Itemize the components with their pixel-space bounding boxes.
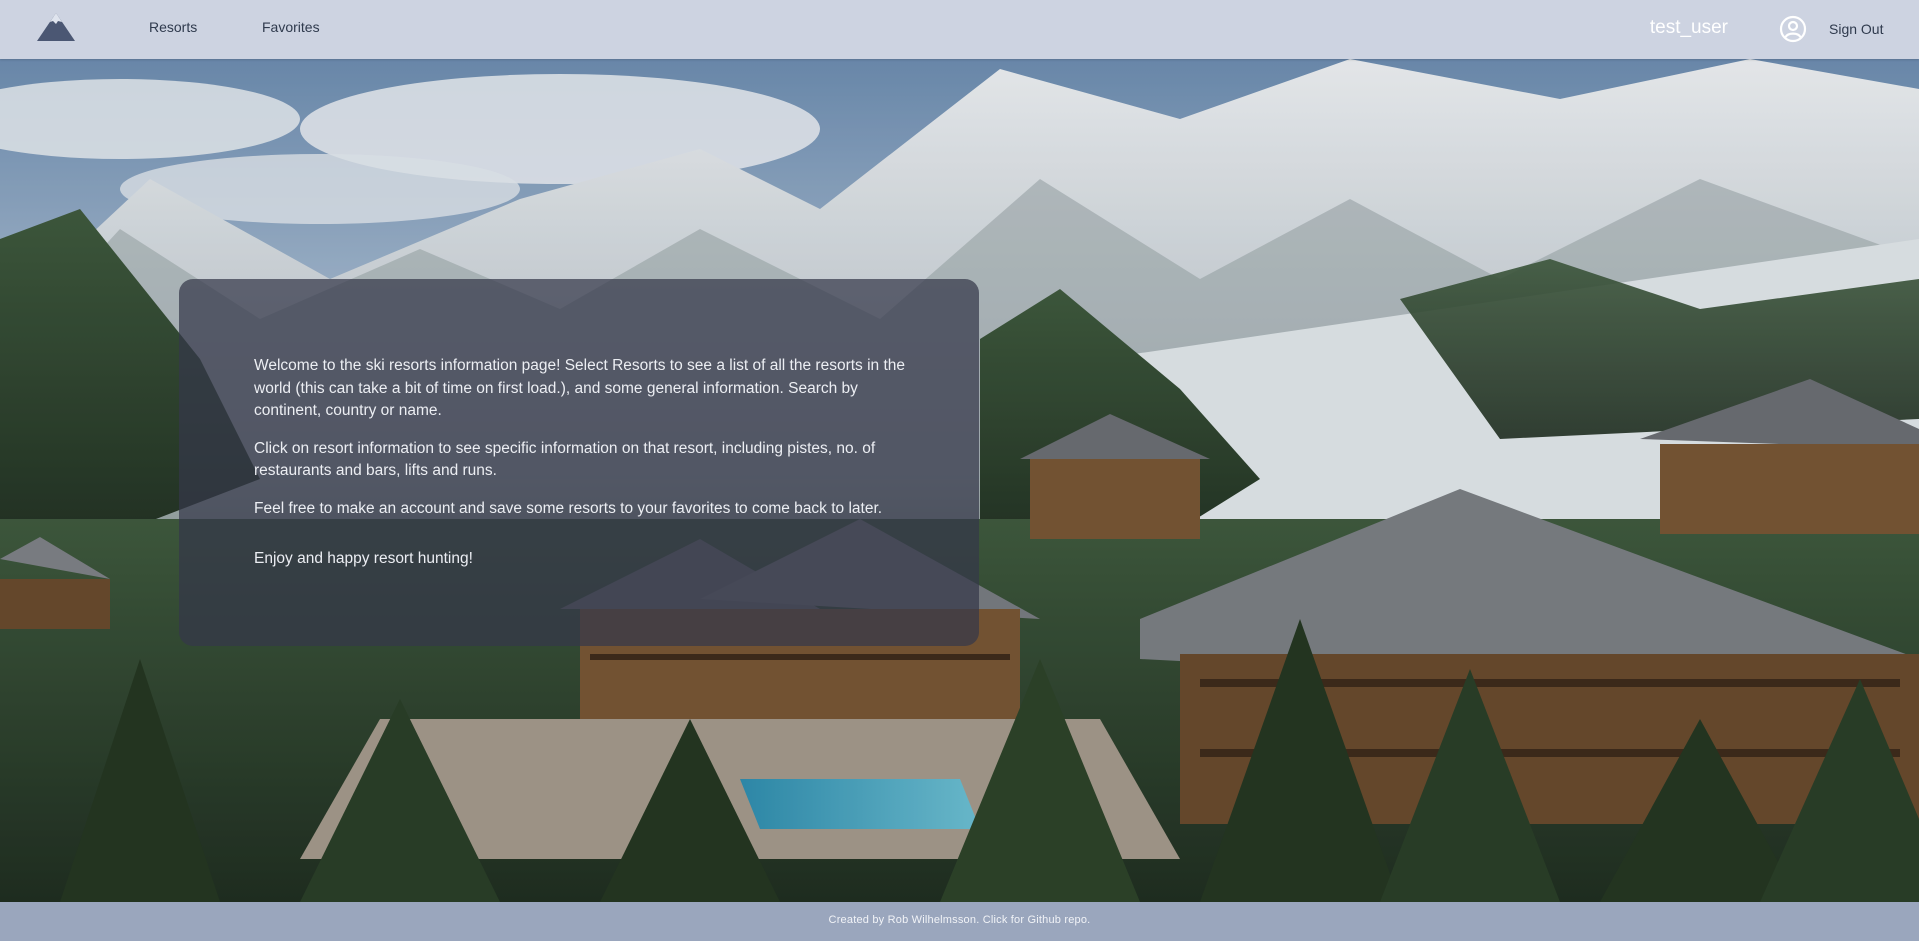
resort-info-paragraph: Click on resort information to see speci… [254,439,876,480]
page-footer: Created by Rob Wilhelmsson. Click for Gi… [0,902,1919,941]
hero-section: Welcome to the ski resorts information p… [0,59,1919,902]
mountain-logo-icon[interactable] [36,12,76,42]
top-navbar: Resorts Favorites test_user Sign Out [0,0,1919,59]
nav-favorites-link[interactable]: Favorites [262,19,320,35]
account-paragraph: Feel free to make an account and save so… [254,499,883,517]
user-circle-icon[interactable] [1779,15,1807,43]
closing-paragraph: Enjoy and happy resort hunting! [254,550,473,567]
username-label: test_user [1649,17,1728,38]
nav-resorts-link[interactable]: Resorts [149,19,197,35]
welcome-paragraph: Welcome to the ski resorts information p… [254,357,906,419]
welcome-info-card: Welcome to the ski resorts information p… [179,279,979,646]
github-repo-link[interactable]: Created by Rob Wilhelmsson. Click for Gi… [829,914,1091,926]
sign-out-button[interactable]: Sign Out [1829,21,1883,37]
